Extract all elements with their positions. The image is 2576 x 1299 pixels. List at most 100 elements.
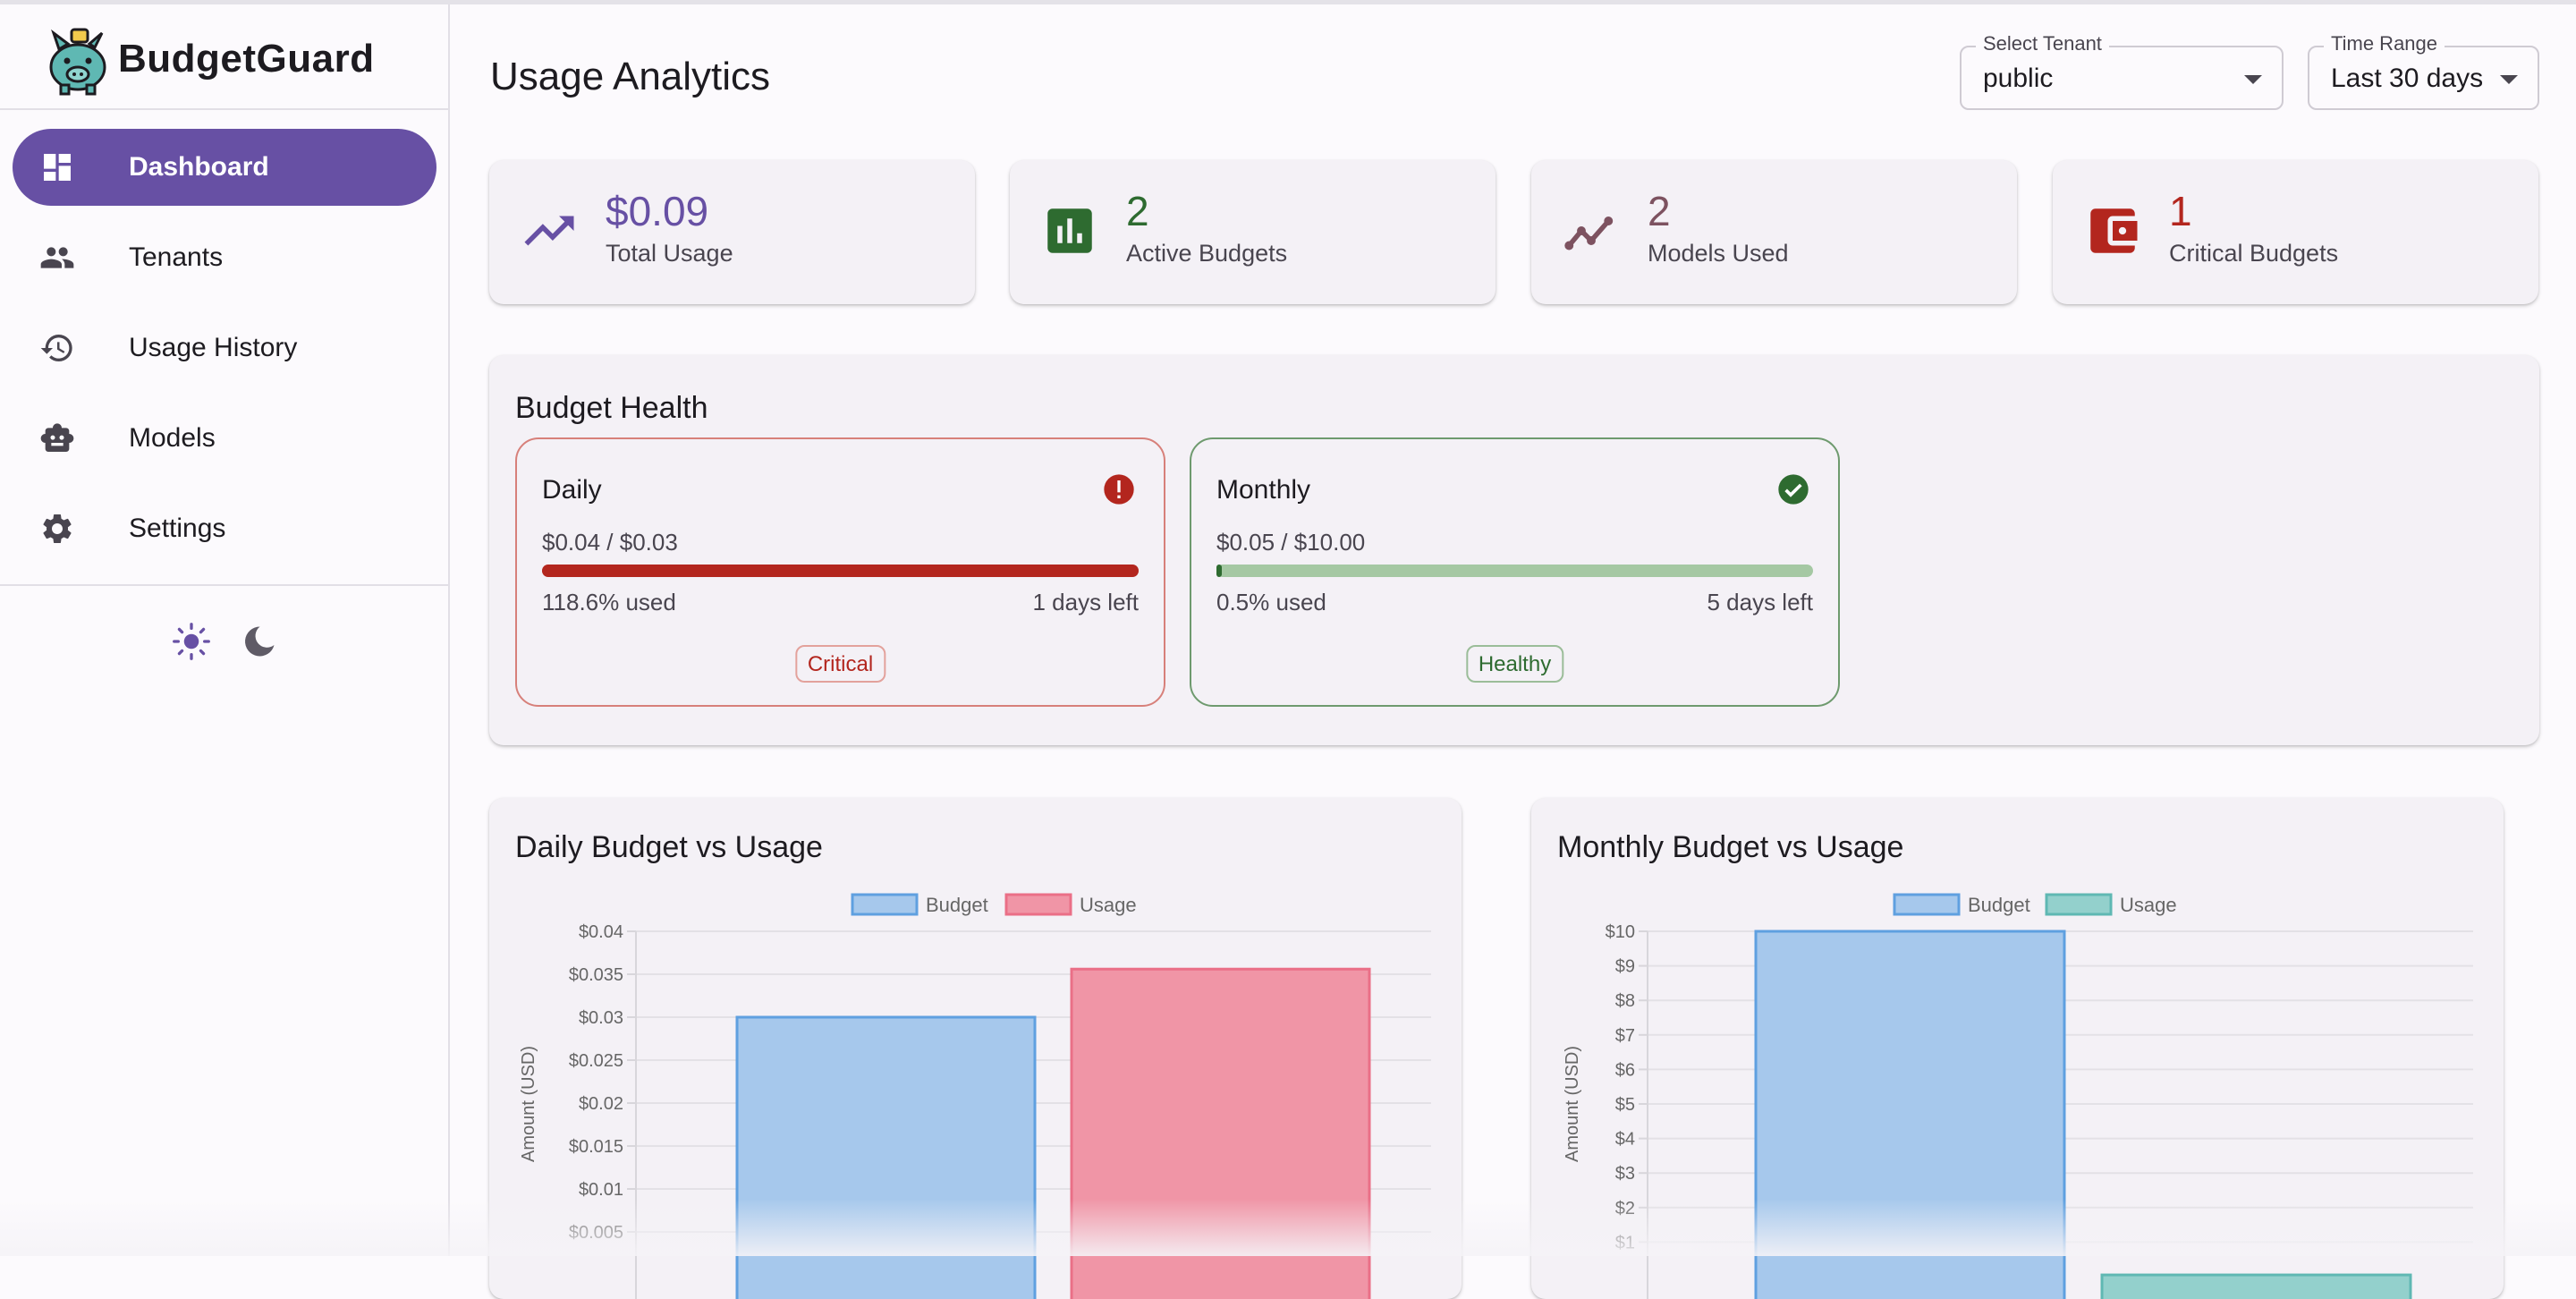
tenant-select-value: public: [1983, 64, 2054, 93]
y-tick-label: $0.005: [569, 1223, 623, 1243]
budget-progress-fill: [1216, 565, 1222, 577]
budget-amount: $0.05 / $10.00: [1216, 529, 1366, 556]
stat-card-total-usage: $0.09 Total Usage: [489, 160, 975, 304]
y-tick-label: $8: [1615, 991, 1635, 1011]
budget-progress-track: [542, 565, 1139, 577]
bar-budget: [1754, 930, 2066, 1299]
budget-days-left: 1 days left: [1032, 589, 1139, 616]
y-tick-label: $6: [1615, 1060, 1635, 1080]
bar-usage: [1070, 967, 1371, 1299]
stat-label: Total Usage: [606, 240, 733, 267]
monthly-budget-chart: Budget Usage $10 $9 $8 $7 $6 $5 $4 $3 $2 $1 Amount (…: [1563, 893, 2473, 1299]
status-badge: Critical: [794, 645, 886, 683]
sidebar-item-tenants[interactable]: Tenants: [13, 219, 436, 296]
people-icon: [40, 247, 74, 268]
y-tick-label: $0.03: [579, 1008, 623, 1028]
y-tick-label: $7: [1615, 1026, 1635, 1046]
budget-item-daily[interactable]: Daily $0.04 / $0.03 118.6% used 1 days l…: [515, 437, 1165, 707]
y-tick-label: $9: [1615, 957, 1635, 977]
legend-swatch: [1004, 893, 1072, 916]
sidebar-item-settings[interactable]: Settings: [13, 490, 436, 567]
trending-up-icon: [524, 216, 574, 246]
budget-used-percent: 0.5% used: [1216, 589, 1326, 616]
y-axis-label: Amount (USD): [1563, 1046, 1582, 1162]
y-tick-label: $5: [1615, 1095, 1635, 1115]
bar-budget: [735, 1015, 1037, 1299]
app-logo[interactable]: BudgetGuard: [39, 19, 375, 99]
y-tick-label: $0.04: [579, 922, 623, 942]
piggy-bank-icon: [49, 28, 106, 96]
budget-amount: $0.04 / $0.03: [542, 529, 678, 556]
sun-icon[interactable]: [172, 622, 211, 661]
legend-swatch: [1893, 893, 1961, 916]
stat-label: Active Budgets: [1126, 240, 1288, 267]
bar-chart-icon: [1047, 208, 1092, 253]
stat-value: 1: [2169, 188, 2192, 234]
status-badge: Healthy: [1465, 645, 1564, 683]
robot-icon: [40, 423, 74, 452]
legend-label: Budget: [1968, 894, 2030, 916]
sidebar-item-label: Settings: [129, 514, 226, 543]
y-tick-label: $10: [1606, 922, 1635, 942]
legend-swatch: [851, 893, 919, 916]
y-tick-label: $0.035: [569, 965, 623, 985]
gear-icon: [43, 514, 72, 543]
y-tick-label: $0.025: [569, 1051, 623, 1071]
legend-swatch: [2045, 893, 2113, 916]
check-circle-icon: [1778, 474, 1809, 505]
alert-icon: [1104, 474, 1134, 505]
stat-value: 2: [1126, 188, 1149, 234]
main-content: Usage Analytics Select Tenant public Tim…: [450, 4, 2576, 1299]
daily-budget-chart-card: Daily Budget vs Usage Budget Usage $0.04 $0…: [489, 798, 1462, 1299]
sidebar-item-usage-history[interactable]: Usage History: [13, 310, 436, 386]
tenant-select[interactable]: Select Tenant public: [1960, 32, 2284, 110]
stat-card-active-budgets: 2 Active Budgets: [1010, 160, 1496, 304]
sidebar-divider: [0, 584, 448, 586]
budget-item-monthly[interactable]: Monthly $0.05 / $10.00 0.5% used 5 days …: [1190, 437, 1840, 707]
y-tick-label: $0.01: [579, 1180, 623, 1200]
sidebar-item-label: Models: [129, 423, 216, 453]
daily-budget-chart: Budget Usage $0.04 $0.035 $0.03 $0.025 $0.02 $0…: [519, 893, 1431, 1299]
stat-label: Models Used: [1648, 240, 1789, 267]
history-icon: [40, 335, 72, 361]
monthly-budget-chart-card: Monthly Budget vs Usage Budget Usage $10 $9…: [1531, 798, 2504, 1299]
y-tick-label: $0.02: [579, 1094, 623, 1114]
sidebar-item-label: Tenants: [129, 242, 224, 272]
stat-value: 2: [1648, 188, 1671, 234]
sidebar-item-label: Usage History: [129, 333, 298, 362]
y-tick-label: $4: [1615, 1130, 1635, 1150]
chevron-down-icon: [2244, 75, 2262, 84]
budget-used-percent: 118.6% used: [542, 589, 676, 616]
sidebar-item-label: Dashboard: [129, 152, 269, 182]
y-tick-label: $0.015: [569, 1137, 623, 1157]
line-graph-icon: [1564, 216, 1614, 250]
page-title: Usage Analytics: [490, 55, 771, 98]
y-tick-label: $3: [1615, 1164, 1635, 1184]
budget-name: Daily: [542, 475, 602, 505]
stat-card-models-used: 2 Models Used: [1531, 160, 2017, 304]
stat-value: $0.09: [606, 188, 709, 234]
time-range-label: Time Range: [2324, 32, 2445, 55]
sidebar-item-models[interactable]: Models: [13, 400, 436, 477]
legend-label: Budget: [926, 894, 988, 916]
sidebar-divider: [0, 108, 448, 110]
y-axis-label: Amount (USD): [519, 1046, 538, 1162]
dashboard-icon: [44, 154, 71, 181]
sidebar: BudgetGuard Dashboard Tenants Usage Hist…: [0, 4, 450, 1256]
sidebar-item-dashboard[interactable]: Dashboard: [13, 129, 436, 206]
section-title: Budget Health: [515, 391, 708, 425]
legend-label: Usage: [2120, 894, 2177, 916]
bar-usage: [2100, 1273, 2412, 1299]
budget-progress-track: [1216, 565, 1813, 577]
budget-days-left: 5 days left: [1707, 589, 1813, 616]
time-range-select[interactable]: Time Range Last 30 days: [2308, 32, 2539, 110]
y-tick-label: $1: [1615, 1233, 1635, 1252]
wallet-icon: [2090, 208, 2138, 253]
moon-icon[interactable]: [240, 622, 279, 661]
legend-label: Usage: [1080, 894, 1137, 916]
budget-name: Monthly: [1216, 475, 1311, 505]
y-tick-label: $2: [1615, 1199, 1635, 1218]
stat-card-critical-budgets: 1 Critical Budgets: [2053, 160, 2538, 304]
budget-progress-fill: [542, 565, 1139, 577]
chevron-down-icon: [2500, 75, 2518, 84]
